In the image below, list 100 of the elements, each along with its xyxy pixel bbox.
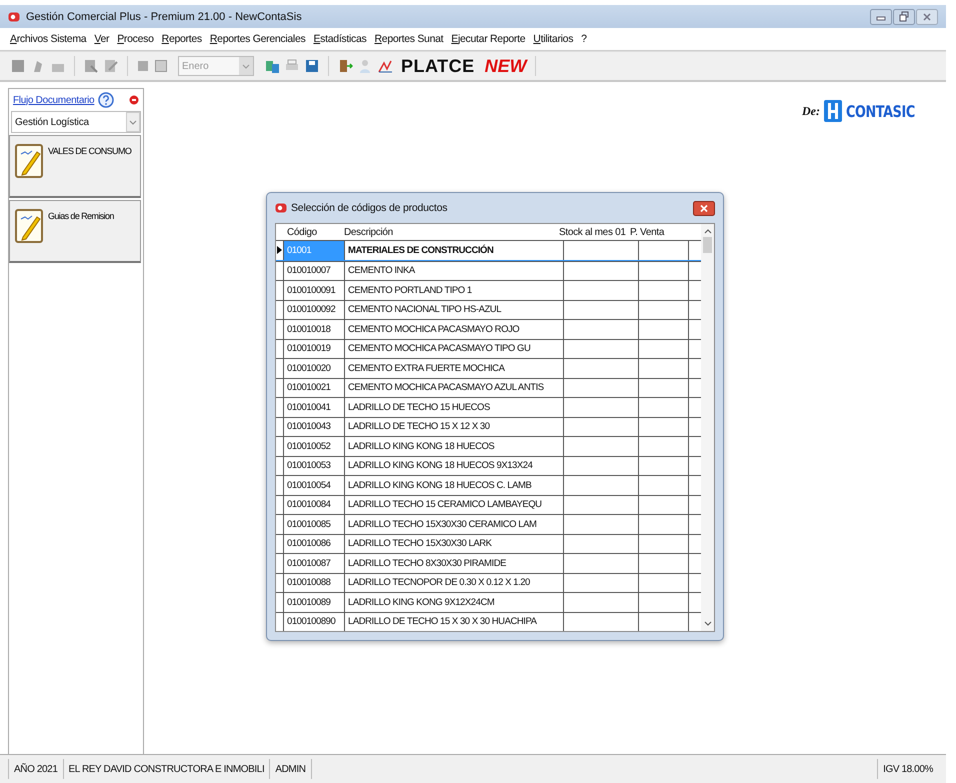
table-cell: LADRILLO TECHO 15 CERAMICO LAMBAYEQU — [345, 496, 564, 514]
table-row[interactable]: 0100100092 CEMENTO NACIONAL TIPO HS-AZUL — [276, 300, 701, 319]
table-row[interactable]: 010010054 LADRILLO KING KONG 18 HUECOS C. LAMB — [276, 475, 701, 494]
menu-item[interactable]: Estadísticas — [313, 33, 366, 45]
table-cell: CEMENTO NACIONAL TIPO HS-AZUL — [345, 300, 564, 319]
tool-icon[interactable] — [83, 58, 99, 74]
table-cell: LADRILLO DE TECHO 15 X 12 X 30 — [345, 418, 564, 436]
minimize-icon[interactable] — [870, 8, 892, 24]
save-icon[interactable] — [304, 58, 320, 74]
table-cell: CEMENTO EXTRA FUERTE MOCHICA — [345, 359, 564, 378]
scroll-up-icon — [704, 228, 712, 234]
table-cell: 010010043 — [284, 418, 345, 436]
table-cell: 010010018 — [284, 320, 345, 338]
menu-item[interactable]: Utilitarios — [533, 33, 574, 45]
menu-item[interactable]: Ejecutar Reporte — [451, 33, 526, 45]
table-cell: 010010089 — [284, 593, 345, 612]
status-text: IGV 18.00% — [882, 762, 934, 776]
table-row[interactable]: 010010086 LADRILLO TECHO 15X30X30 LARK — [276, 534, 701, 553]
menu-item[interactable]: Reportes Sunat — [374, 33, 444, 45]
menu-item[interactable]: Ver — [94, 33, 110, 45]
table-cell: 010010019 — [284, 340, 345, 358]
table-row[interactable]: 010010084 LADRILLO TECHO 15 CERAMICO LAMBAYEQU — [276, 494, 701, 514]
table-row[interactable]: 010010007 CEMENTO INKA — [276, 260, 701, 280]
scroll-down-icon — [704, 621, 712, 627]
logo-mark-icon — [824, 100, 842, 122]
table-cell: 010010054 — [284, 476, 345, 494]
chart-icon[interactable] — [377, 58, 393, 74]
table-row[interactable]: 0100100890 LADRILLO DE TECHO 15 X 30 X 30 HUACHIPA — [276, 612, 701, 631]
table-row[interactable]: 010010021 CEMENTO MOCHICA PACASMAYO AZUL ANTIS — [276, 378, 701, 397]
door-icon[interactable] — [337, 58, 353, 74]
close-dot-icon[interactable] — [129, 95, 139, 105]
table-cell: CEMENTO MOCHICA PACASMAYO TIPO GU — [345, 340, 564, 358]
table-cell: 010010021 — [284, 378, 345, 397]
table-row[interactable]: 010010043 LADRILLO DE TECHO 15 X 12 X 30 — [276, 416, 701, 436]
restore-icon[interactable] — [893, 8, 915, 24]
table-row[interactable]: 01001 MATERIALES DE CONSTRUCCIÓN — [276, 240, 701, 260]
table-row[interactable]: 010010087 LADRILLO TECHO 8X30X30 PIRAMIDE — [276, 553, 701, 572]
table-cell: 0100100091 — [284, 281, 345, 300]
menu-item[interactable]: Proceso — [117, 33, 154, 45]
table-row[interactable]: 010010041 LADRILLO DE TECHO 15 HUECOS — [276, 397, 701, 416]
table-row[interactable]: 0100100091 CEMENTO PORTLAND TIPO 1 — [276, 280, 701, 300]
table-cell: CEMENTO PORTLAND TIPO 1 — [345, 281, 564, 300]
notepad-pencil-icon — [13, 142, 45, 180]
table-row[interactable]: 010010085 LADRILLO TECHO 15X30X30 CERAMICO LAM — [276, 514, 701, 534]
column-header[interactable]: Código — [284, 226, 341, 238]
app-icon — [275, 202, 287, 214]
table-row[interactable]: 010010089 LADRILLO KING KONG 9X12X24CM — [276, 592, 701, 612]
table-cell: LADRILLO DE TECHO 15 X 30 X 30 HUACHIPA — [345, 612, 564, 631]
table-cell: LADRILLO KING KONG 9X12X24CM — [345, 593, 564, 612]
table-cell: 010010084 — [284, 496, 345, 514]
table-cell: LADRILLO KING KONG 18 HUECOS C. LAMB — [345, 476, 564, 494]
window-title: Gestión Comercial Plus - Premium 21.00 - NewContaSis — [26, 10, 302, 22]
app-icon — [8, 10, 20, 22]
table-cell: LADRILLO KING KONG 18 HUECOS — [345, 437, 564, 456]
menu-item[interactable]: Reportes Gerenciales — [210, 33, 306, 45]
module-select[interactable]: Gestión Logística — [11, 111, 141, 133]
table-row[interactable]: 010010019 CEMENTO MOCHICA PACASMAYO TIPO GU — [276, 338, 701, 358]
new-tag: NEW — [484, 56, 527, 76]
column-header[interactable]: Stock al mes 01 — [556, 226, 627, 238]
table-row[interactable]: 010010088 LADRILLO TECNOPOR DE 0.30 X 0.12 X 1.20 — [276, 572, 701, 592]
scrollbar[interactable] — [701, 224, 714, 631]
status-text: AÑO 2021 — [8, 759, 64, 779]
table-cell: 010010087 — [284, 554, 345, 572]
table-cell: LADRILLO TECHO 15X30X30 CERAMICO LAM — [345, 515, 564, 534]
menu-item[interactable]: Reportes — [162, 33, 202, 45]
table-cell: LADRILLO TECHO 8X30X30 PIRAMIDE — [345, 554, 564, 572]
close-icon[interactable] — [693, 200, 715, 216]
table-row[interactable]: 010010053 LADRILLO KING KONG 18 HUECOS 9X13X24 — [276, 456, 701, 475]
menu-item[interactable]: ? — [581, 33, 587, 45]
module-button[interactable]: Guias de Remision — [9, 200, 141, 263]
table-row[interactable]: 010010018 CEMENTO MOCHICA PACASMAYO ROJO — [276, 319, 701, 338]
help-icon[interactable] — [98, 92, 114, 108]
table-cell: CEMENTO INKA — [345, 262, 564, 280]
table-cell: 010010053 — [284, 456, 345, 475]
tool-icon[interactable] — [103, 58, 119, 74]
table-cell: 01001 — [284, 241, 345, 260]
module-button[interactable]: VALES DE CONSUMO — [9, 135, 141, 198]
table-cell: MATERIALES DE CONSTRUCCIÓN — [345, 241, 564, 260]
table-cell: LADRILLO DE TECHO 15 HUECOS — [345, 398, 564, 416]
flujo-documentario-link[interactable]: Flujo Documentario — [13, 94, 94, 106]
menu-item[interactable]: Archivos Sistema — [10, 33, 86, 45]
tool-icon[interactable] — [10, 58, 26, 74]
users-icon[interactable] — [264, 58, 280, 74]
table-row[interactable]: 010010052 LADRILLO KING KONG 18 HUECOS — [276, 436, 701, 456]
table-cell: LADRILLO TECNOPOR DE 0.30 X 0.12 X 1.20 — [345, 574, 564, 592]
tool-icon[interactable] — [154, 59, 168, 73]
tool-icon[interactable] — [136, 59, 150, 73]
table-row[interactable]: 010010020 CEMENTO EXTRA FUERTE MOCHICA — [276, 358, 701, 378]
column-header[interactable]: Descripción — [341, 226, 556, 238]
scroll-thumb[interactable] — [703, 237, 712, 253]
column-header[interactable]: P. Venta — [627, 226, 673, 238]
logo-text: CONTASIC — [846, 102, 915, 120]
row-pointer-icon — [277, 246, 282, 254]
table-cell: LADRILLO TECHO 15X30X30 LARK — [345, 534, 564, 553]
table-cell: 010010086 — [284, 534, 345, 553]
brand-text: PLATCE — [401, 56, 475, 76]
table-cell: 010010052 — [284, 437, 345, 456]
status-text: ADMIN — [270, 759, 312, 779]
table-cell: 0100100092 — [284, 300, 345, 319]
status-text: EL REY DAVID CONSTRUCTORA E INMOBILI — [64, 759, 270, 779]
